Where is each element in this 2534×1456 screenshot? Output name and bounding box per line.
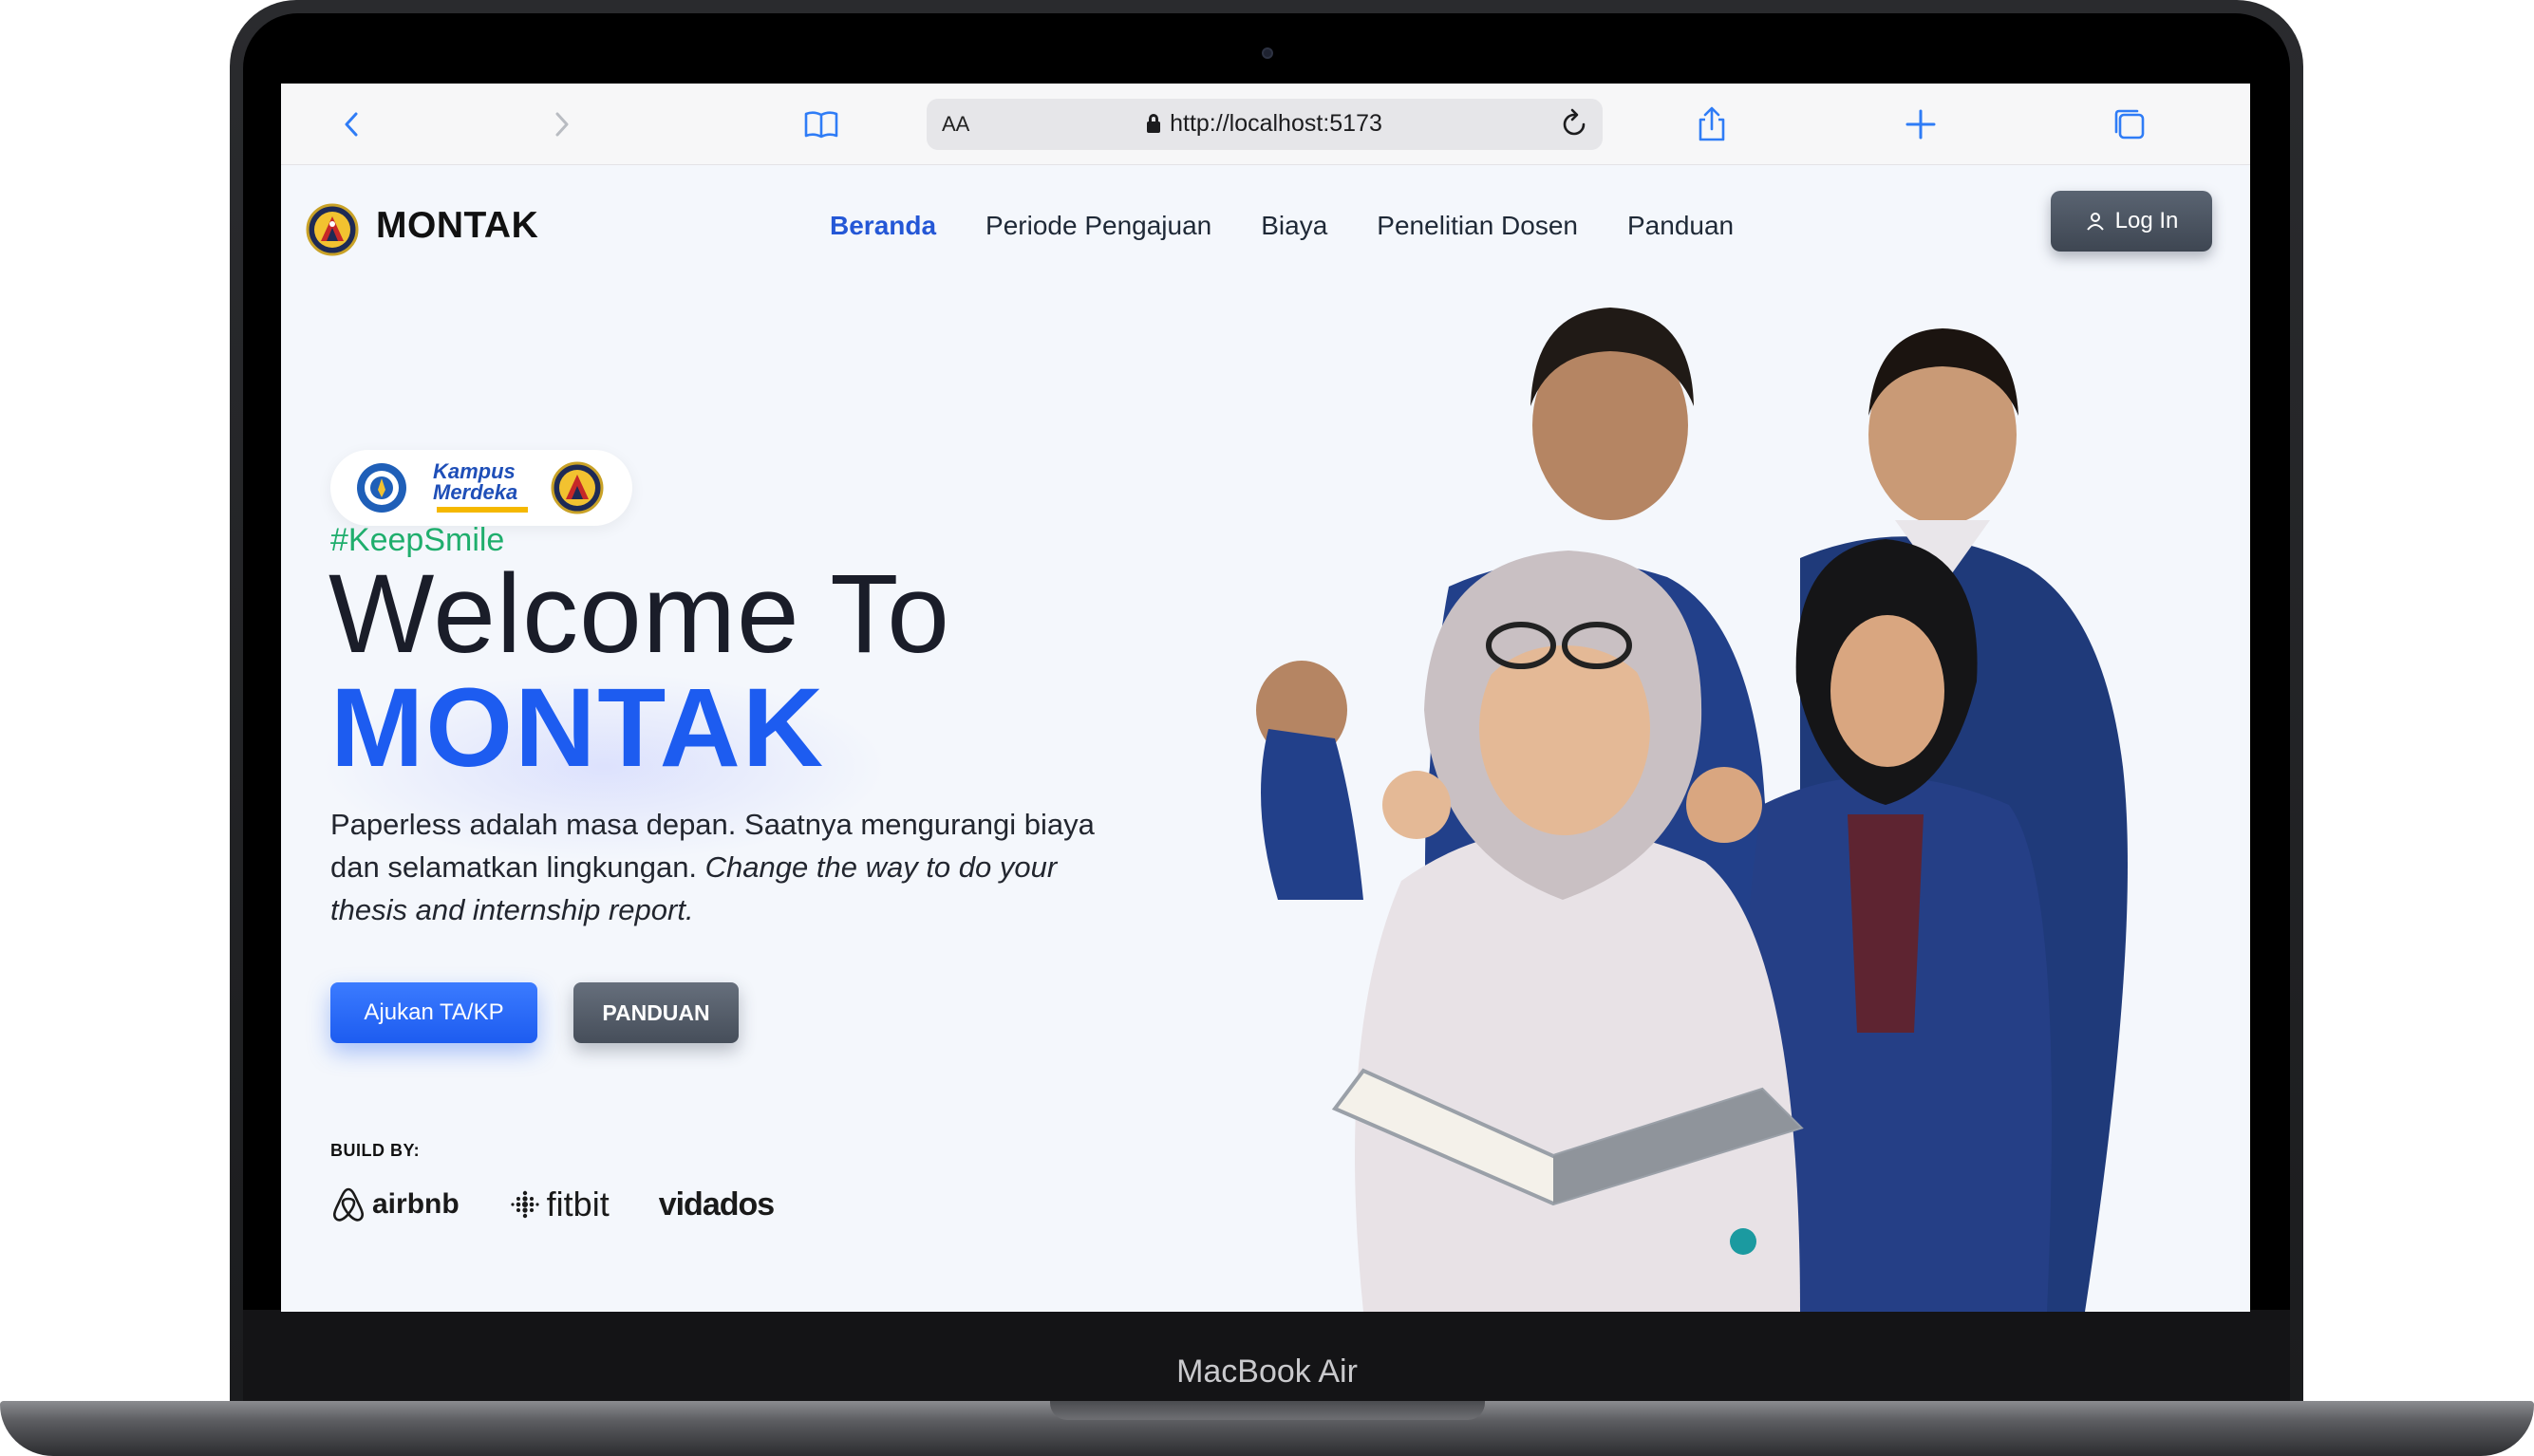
kampus-merdeka-logo: Kampus Merdeka [433, 461, 517, 503]
nav-periode-pengajuan[interactable]: Periode Pengajuan [985, 211, 1211, 241]
nav-panduan[interactable]: Panduan [1627, 211, 1734, 241]
tut-wuri-handayani-logo [357, 463, 406, 513]
partner-logos: airbnb fitbit vidados [330, 1185, 775, 1224]
tabs-overview-icon[interactable] [2108, 103, 2151, 146]
fitbit-text: fitbit [546, 1185, 610, 1223]
browser-toolbar: AA http://localhost:5173 [281, 84, 2250, 165]
vidados-logo: vidados [658, 1185, 775, 1223]
nav-biaya[interactable]: Biaya [1261, 211, 1327, 241]
hero-title-line2: MONTAK [330, 665, 826, 791]
address-bar[interactable]: AA http://localhost:5173 [927, 99, 1603, 150]
airbnb-logo: airbnb [330, 1185, 460, 1223]
device-label: MacBook Air [1176, 1353, 1358, 1390]
login-button[interactable]: Log In [2051, 191, 2212, 252]
new-tab-icon[interactable] [1899, 103, 1943, 146]
camera-icon [1262, 47, 1273, 59]
merdeka-text: Merdeka [433, 480, 518, 504]
build-by-label: BUILD BY: [330, 1141, 421, 1160]
fitbit-icon [511, 1190, 539, 1219]
forward-icon[interactable] [539, 103, 583, 146]
back-icon[interactable] [330, 103, 374, 146]
nav-penelitian-dosen[interactable]: Penelitian Dosen [1377, 211, 1578, 241]
ajukan-button[interactable]: Ajukan TA/KP [330, 982, 537, 1043]
university-emblem-logo[interactable] [306, 203, 359, 261]
url-text: http://localhost:5173 [1170, 110, 1382, 137]
reload-icon[interactable] [1557, 107, 1591, 141]
airbnb-text: airbnb [372, 1188, 460, 1220]
main-nav: Beranda Periode Pengajuan Biaya Peneliti… [830, 211, 1734, 241]
share-icon[interactable] [1690, 103, 1734, 146]
screen: AA http://localhost:5173 MONTAK Beranda … [281, 84, 2250, 1312]
hero-title-line1: Welcome To [328, 551, 950, 677]
panduan-button[interactable]: PANDUAN [573, 982, 739, 1043]
login-label: Log In [2114, 208, 2179, 233]
hero-description: Paperless adalah masa depan. Saatnya men… [330, 803, 1109, 931]
user-icon [2086, 213, 2104, 231]
url-display[interactable]: http://localhost:5173 [927, 110, 1603, 138]
lock-icon [1147, 114, 1161, 133]
partner-badge: Kampus Merdeka [330, 450, 632, 526]
nav-beranda[interactable]: Beranda [830, 211, 936, 241]
kampus-merdeka-strip [437, 507, 528, 513]
hero-students-illustration [1256, 308, 2128, 1312]
brand-name[interactable]: MONTAK [376, 205, 538, 247]
vidados-text: vidados [658, 1185, 775, 1223]
university-seal-logo [551, 461, 604, 514]
bookmarks-icon[interactable] [799, 103, 843, 146]
airbnb-icon [332, 1187, 365, 1222]
laptop-notch [1050, 1401, 1485, 1420]
fitbit-logo: fitbit [509, 1185, 610, 1224]
